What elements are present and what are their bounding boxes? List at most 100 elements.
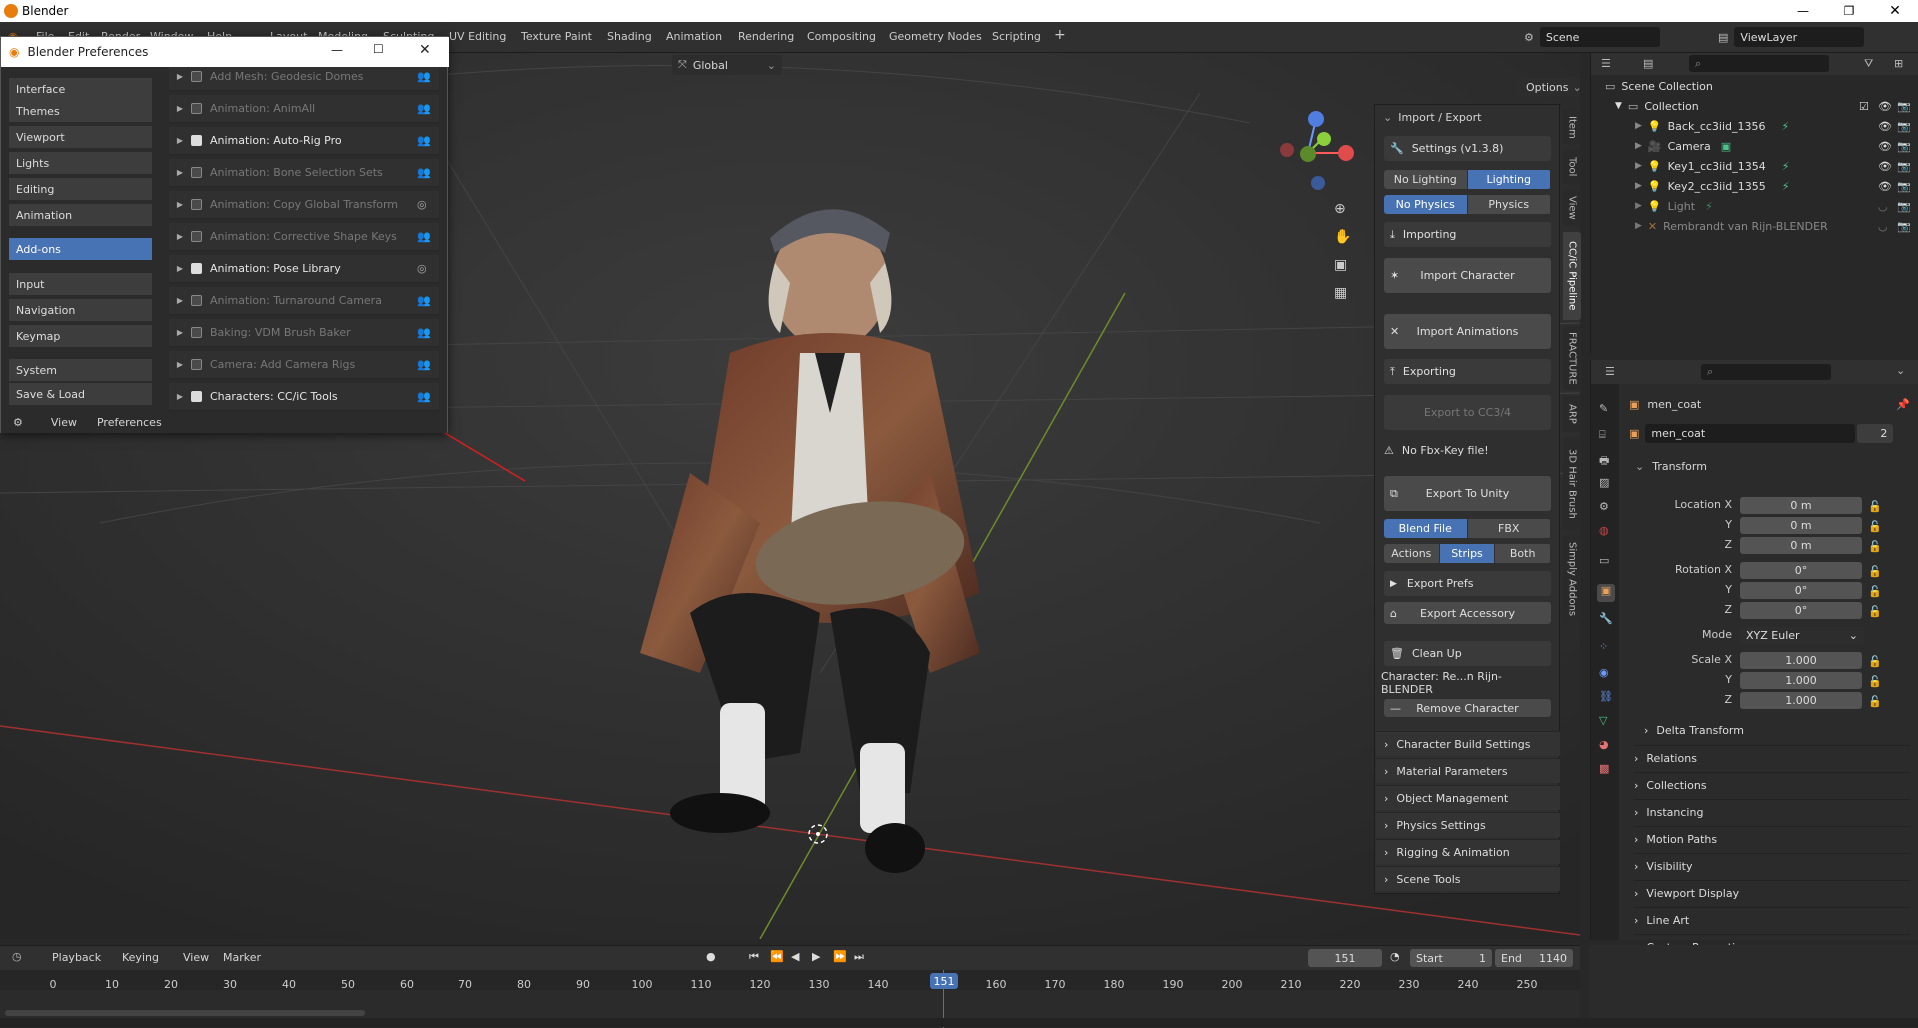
play-icon[interactable]: ▶ xyxy=(812,950,820,963)
actions-option[interactable]: Actions xyxy=(1384,544,1440,563)
expand-icon[interactable]: ▶ xyxy=(169,296,191,305)
outliner-item-back[interactable]: ▶ 💡 Back_cc3iid_1356 ⚡ 👁 📷 xyxy=(1591,116,1918,136)
expand-icon[interactable]: ▶ xyxy=(169,168,191,177)
pref-cat-animation[interactable]: Animation xyxy=(9,204,152,226)
render-tab-icon[interactable]: ⌸ xyxy=(1599,428,1606,442)
next-keyframe-icon[interactable]: ⏩ xyxy=(833,950,847,963)
prev-keyframe-icon[interactable]: ⏪ xyxy=(770,950,784,963)
stopwatch-icon[interactable]: ◔ xyxy=(1390,950,1400,963)
rotation-x-field[interactable]: 0° xyxy=(1740,562,1862,579)
lock-icons-location[interactable]: 🔓 🔓 🔓 xyxy=(1868,497,1882,557)
addon-row-vdm-brush-baker[interactable]: ▶ Baking: VDM Brush Baker 👥 xyxy=(169,319,439,347)
scene-tab-icon[interactable]: ⚙ xyxy=(1599,500,1609,513)
settings-button[interactable]: 🔧 Settings (v1.3.8) xyxy=(1384,136,1551,161)
expand-icon[interactable]: ▶ xyxy=(169,360,191,369)
camera-render-icon[interactable]: 📷 xyxy=(1897,180,1911,193)
tool-tab-icon[interactable]: ✎ xyxy=(1599,402,1608,415)
addon-row-camera-rigs[interactable]: ▶ Camera: Add Camera Rigs 👥 xyxy=(169,351,439,379)
camera-render-icon[interactable]: 📷 xyxy=(1897,100,1911,113)
play-reverse-icon[interactable]: ◀ xyxy=(791,950,799,963)
camera-render-icon[interactable]: 📷 xyxy=(1897,140,1911,153)
addon-checkbox[interactable] xyxy=(191,327,202,338)
addon-checkbox[interactable] xyxy=(191,167,202,178)
output-tab-icon[interactable]: 🖶 xyxy=(1599,452,1609,471)
pref-cat-navigation[interactable]: Navigation xyxy=(9,299,152,321)
orientation-dropdown[interactable]: ⤧ Global ⌄ xyxy=(672,55,782,75)
playhead-indicator[interactable]: 151 xyxy=(930,973,958,989)
expand-icon[interactable]: ▶ xyxy=(169,392,191,401)
physics-settings-section[interactable]: › Physics Settings xyxy=(1376,812,1560,837)
expand-icon[interactable]: ▶ xyxy=(1635,121,1642,131)
pref-cat-system[interactable]: System xyxy=(9,359,152,381)
pref-cat-editing[interactable]: Editing xyxy=(9,178,152,200)
chevron-down-icon[interactable]: ⌄ xyxy=(1896,364,1905,377)
transform-section[interactable]: ⌄ Transform xyxy=(1635,456,1915,476)
expand-icon[interactable]: ▶ xyxy=(1635,201,1642,211)
importing-section[interactable]: ⤓ Importing xyxy=(1384,222,1551,247)
import-export-header[interactable]: ⌄ Import / Export xyxy=(1375,105,1559,129)
viewport-display-section[interactable]: › Viewport Display xyxy=(1634,880,1910,905)
camera-view-icon[interactable]: ▣ xyxy=(1334,257,1347,273)
new-collection-icon[interactable]: ⊞ xyxy=(1894,57,1903,70)
pref-cat-viewport[interactable]: Viewport xyxy=(9,126,152,148)
expand-icon[interactable]: ▶ xyxy=(169,200,191,209)
addon-checkbox[interactable] xyxy=(191,135,202,146)
pan-hand-icon[interactable]: ✋ xyxy=(1334,229,1351,245)
restore-icon[interactable]: ❐ xyxy=(1826,0,1872,22)
instancing-section[interactable]: › Instancing xyxy=(1634,799,1910,824)
exporting-section[interactable]: ⤒ Exporting xyxy=(1384,359,1551,384)
object-tab-icon[interactable]: ▣ xyxy=(1597,584,1615,602)
lighting-option[interactable]: Lighting xyxy=(1467,170,1551,189)
editor-type-icon[interactable]: ☰ xyxy=(1605,365,1615,378)
addon-row-cc-ic-tools[interactable]: ▶ Characters: CC/iC Tools 👥 xyxy=(169,383,439,411)
end-frame-field[interactable]: End 1140 xyxy=(1495,949,1573,967)
addon-checkbox[interactable] xyxy=(191,231,202,242)
tab-uv-editing[interactable]: UV Editing xyxy=(449,30,506,43)
tab-scripting[interactable]: Scripting xyxy=(992,30,1041,43)
filter-icon[interactable]: ⛛ xyxy=(1864,57,1873,71)
tab-compositing[interactable]: Compositing xyxy=(807,30,876,43)
data-tab-icon[interactable]: ▽ xyxy=(1599,714,1607,727)
expand-icon[interactable]: ▶ xyxy=(169,264,191,273)
expand-icon[interactable]: ▶ xyxy=(169,72,191,81)
outliner-item-light[interactable]: ▶ 💡 Light ⚡ ◡ 📷 xyxy=(1591,196,1918,216)
chevron-down-icon[interactable]: ▼ xyxy=(1615,101,1622,111)
addon-row-turnaround-camera[interactable]: ▶ Animation: Turnaround Camera 👥 xyxy=(169,287,439,315)
view-layer-selector[interactable]: ▤ ViewLayer xyxy=(1718,27,1908,47)
tab-item[interactable]: Item xyxy=(1563,110,1581,144)
clean-up-section[interactable]: 🗑 Clean Up xyxy=(1384,641,1551,666)
fbx-option[interactable]: FBX xyxy=(1467,519,1551,538)
ortho-grid-icon[interactable]: ▦ xyxy=(1334,285,1347,301)
addon-checkbox[interactable] xyxy=(191,295,202,306)
rigging-animation-section[interactable]: › Rigging & Animation xyxy=(1376,839,1560,864)
zoom-icon[interactable]: ⊕ xyxy=(1334,201,1346,217)
outliner-search-input[interactable]: ⌕ xyxy=(1689,55,1829,72)
expand-icon[interactable]: ▶ xyxy=(1635,181,1642,191)
expand-icon[interactable]: ▶ xyxy=(169,136,191,145)
tab-fracture[interactable]: FRACTURE xyxy=(1563,326,1581,390)
tab-geometry-nodes[interactable]: Geometry Nodes xyxy=(889,30,982,43)
tab-tool[interactable]: Tool xyxy=(1563,150,1581,184)
export-to-unity-button[interactable]: ⧉ Export To Unity xyxy=(1384,476,1551,511)
expand-icon[interactable]: ▶ xyxy=(169,232,191,241)
pref-cat-interface[interactable]: Interface xyxy=(9,78,152,100)
lock-icons-scale[interactable]: 🔓 🔓 🔓 xyxy=(1868,652,1882,712)
addon-checkbox[interactable] xyxy=(191,199,202,210)
location-z-field[interactable]: 0 m xyxy=(1740,537,1862,554)
location-x-field[interactable]: 0 m xyxy=(1740,497,1862,514)
particles-tab-icon[interactable]: ⁘ xyxy=(1599,640,1608,653)
export-format-toggle[interactable]: Blend File FBX xyxy=(1384,519,1551,538)
tab-shading[interactable]: Shading xyxy=(607,30,652,43)
export-mode-toggle[interactable]: Actions Strips Both xyxy=(1384,544,1551,563)
outliner-collection[interactable]: ▼ ▭ Collection ☑ 👁 📷 xyxy=(1591,96,1918,116)
modifier-tab-icon[interactable]: 🔧 xyxy=(1599,612,1613,625)
current-frame-field[interactable]: 151 xyxy=(1308,949,1382,967)
eye-closed-icon[interactable]: ◡ xyxy=(1878,200,1888,213)
expand-icon[interactable]: ▶ xyxy=(1635,161,1642,171)
relations-section[interactable]: › Relations xyxy=(1634,745,1910,770)
jump-start-icon[interactable]: ⏮ xyxy=(749,950,759,964)
prefs-preferences-menu[interactable]: Preferences xyxy=(97,416,162,429)
outliner-scene-collection[interactable]: ▭ Scene Collection xyxy=(1591,76,1918,96)
camera-render-icon[interactable]: 📷 xyxy=(1897,220,1911,233)
pref-cat-keymap[interactable]: Keymap xyxy=(9,325,152,347)
